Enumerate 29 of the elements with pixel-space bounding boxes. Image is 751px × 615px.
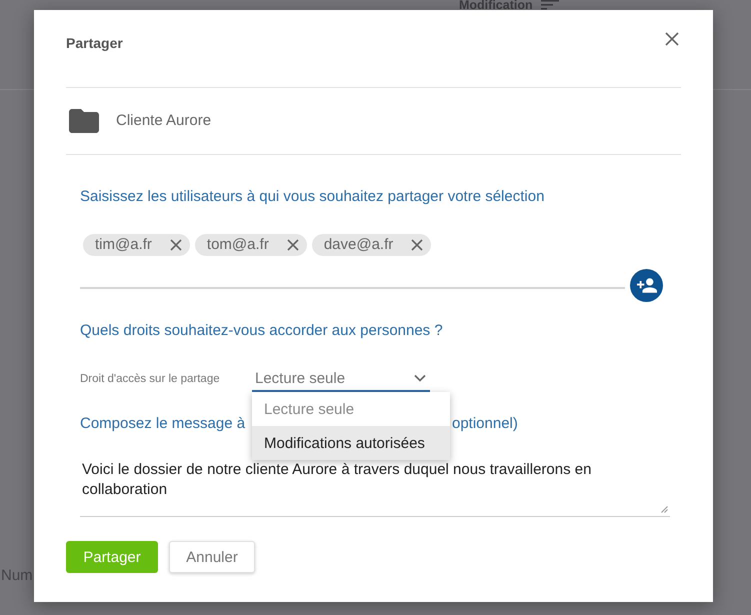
recipients-field[interactable]: tim@a.fr tom@a.fr dave@a.fr — [80, 232, 625, 289]
section-heading: Quels droits souhaitez-vous accorder aux personnes ? — [80, 322, 444, 340]
folder-icon — [69, 109, 99, 133]
remove-icon[interactable] — [411, 239, 424, 251]
resize-handle-icon[interactable] — [661, 506, 668, 513]
sort-icon[interactable] — [540, 0, 559, 10]
chip-label: tim@a.fr — [95, 235, 152, 255]
chip-label: dave@a.fr — [324, 235, 394, 255]
share-button[interactable]: Partager — [66, 541, 158, 573]
dialog-title: Partager — [66, 34, 123, 52]
add-user-button[interactable] — [630, 269, 663, 302]
field-label: Droit d'accès sur le partage — [80, 372, 221, 386]
section-heading: Composez le message à — [80, 415, 246, 433]
chip-label: tom@a.fr — [206, 235, 269, 255]
recipient-chip[interactable]: tom@a.fr — [194, 234, 307, 256]
recipient-chip[interactable]: tim@a.fr — [83, 234, 190, 256]
recipient-chip[interactable]: dave@a.fr — [312, 234, 432, 256]
remove-icon[interactable] — [170, 239, 182, 251]
folder-name: Cliente Aurore — [116, 112, 212, 130]
close-icon[interactable] — [665, 32, 679, 46]
section-heading: Saisissez les utilisateurs à qui vous souhaitez partager votre sélection — [80, 188, 546, 206]
remove-icon[interactable] — [286, 239, 299, 251]
cancel-button[interactable]: Annuler — [169, 541, 255, 573]
message-field[interactable]: Voici le dossier de notre cliente Aurore à travers duquel nous travaillerons en collaboration — [80, 460, 670, 517]
section-heading: optionnel) — [452, 415, 519, 433]
menu-option[interactable]: Lecture seule — [252, 392, 450, 426]
add-person-icon — [636, 278, 656, 293]
chevron-down-icon — [414, 374, 426, 382]
menu-option[interactable]: Modifications autorisées — [252, 426, 450, 460]
